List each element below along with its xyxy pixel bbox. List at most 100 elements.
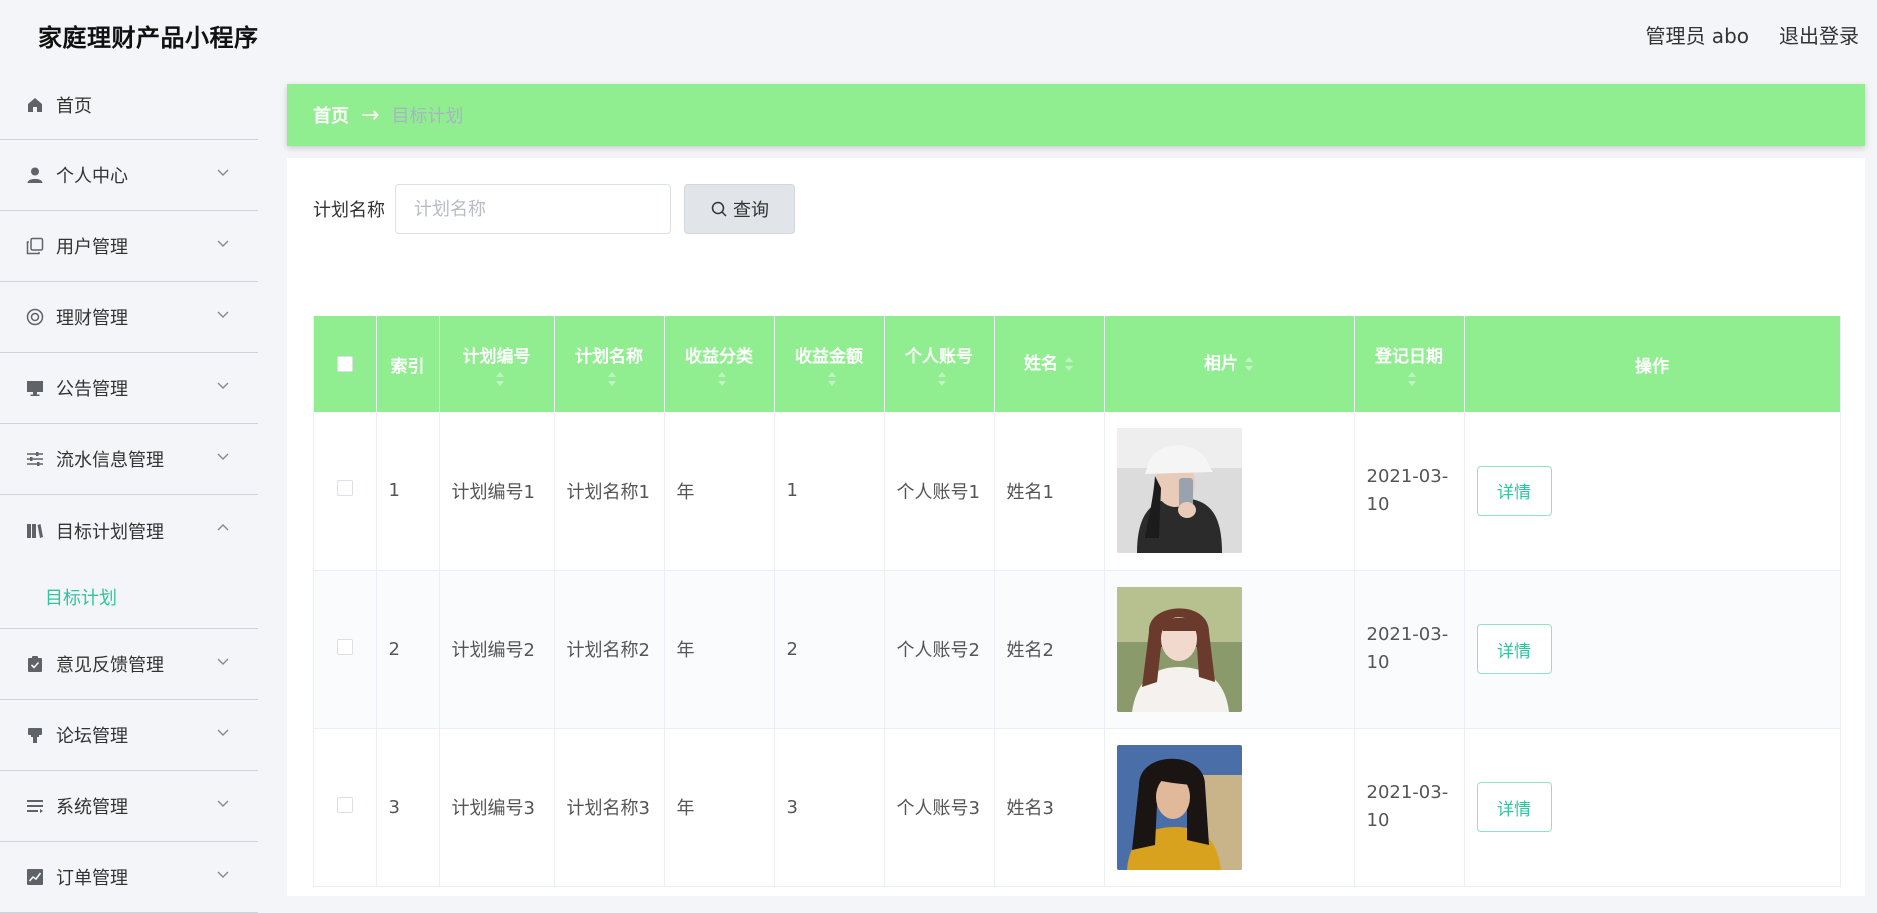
sidebar-item-transaction-management[interactable]: 流水信息管理 [0, 424, 258, 495]
column-header-plan-no[interactable]: 计划编号 [439, 316, 555, 412]
cell-photo [1104, 412, 1355, 571]
sidebar-item-announcement-management[interactable]: 公告管理 [0, 353, 258, 424]
sort-icon[interactable] [717, 372, 727, 386]
sidebar: 首页 个人中心 用户管理 理财管理 公告管理 流水信息管理 目标计划管理 目标计… [0, 70, 258, 913]
current-user-label: 管理员 abo [1645, 24, 1749, 48]
copy-icon [25, 236, 45, 256]
cell-plan-no: 计划编号1 [439, 412, 555, 571]
chevron-down-icon [217, 729, 229, 736]
search-button-label: 查询 [733, 200, 769, 221]
sidebar-item-label: 首页 [56, 95, 92, 117]
chevron-down-icon [217, 169, 229, 176]
cell-index: 1 [376, 412, 440, 571]
sort-icon[interactable] [1244, 357, 1254, 371]
cell-photo [1104, 728, 1355, 887]
plan-name-search-input[interactable] [395, 184, 671, 234]
photo-thumbnail[interactable] [1116, 744, 1242, 870]
column-header-label: 姓名 [1024, 354, 1058, 374]
sidebar-item-label: 系统管理 [56, 797, 128, 818]
sidebar-item-order-management[interactable]: 订单管理 [0, 842, 258, 913]
column-header-label: 计划编号 [462, 347, 531, 367]
cell-plan-name: 计划名称2 [554, 570, 665, 729]
sidebar-item-label: 公告管理 [56, 379, 128, 400]
column-header-label: 收益金额 [795, 347, 863, 367]
sidebar-item-forum-management[interactable]: 论坛管理 [0, 700, 258, 771]
sort-icon[interactable] [495, 372, 505, 386]
cell-name: 姓名1 [994, 412, 1105, 571]
photo-thumbnail[interactable] [1116, 428, 1242, 554]
column-header-label: 操作 [1635, 356, 1669, 377]
photo-thumbnail[interactable] [1116, 586, 1242, 712]
sidebar-item-goal-plan-management[interactable]: 目标计划管理 [0, 495, 258, 566]
cell-actions: 详情 [1464, 570, 1841, 729]
search-form: 计划名称 查询 [313, 184, 795, 234]
sidebar-item-label: 目标计划管理 [56, 521, 164, 543]
row-checkbox[interactable] [336, 638, 353, 655]
chevron-down-icon [217, 311, 229, 318]
table-row: 3 计划编号3 计划名称3 年 3 个人账号3 姓名3 2021-03-10 详… [314, 728, 1841, 887]
sidebar-item-label: 流水信息管理 [56, 450, 164, 471]
detail-button[interactable]: 详情 [1476, 624, 1552, 674]
column-header-photo[interactable]: 相片 [1104, 316, 1355, 412]
detail-button[interactable]: 详情 [1476, 782, 1552, 832]
select-all-checkbox[interactable] [336, 356, 353, 372]
column-header-plan-name[interactable]: 计划名称 [554, 316, 665, 412]
sidebar-subitem-goal-plan[interactable]: 目标计划 [45, 584, 117, 610]
logout-link[interactable]: 退出登录 [1779, 20, 1859, 49]
row-select-cell [314, 412, 377, 571]
sort-icon[interactable] [937, 372, 947, 386]
sort-icon[interactable] [607, 372, 617, 386]
cell-account: 个人账号3 [884, 728, 995, 887]
cell-amount: 3 [774, 728, 885, 887]
chevron-down-icon [217, 800, 229, 807]
cell-account: 个人账号2 [884, 570, 995, 729]
monitor-icon [25, 378, 45, 398]
column-header-category[interactable]: 收益分类 [664, 316, 775, 412]
sidebar-item-label: 意见反馈管理 [56, 655, 164, 676]
chevron-down-icon [217, 871, 229, 878]
chevron-down-icon [217, 240, 229, 247]
search-button[interactable]: 查询 [684, 184, 795, 234]
cell-actions: 详情 [1464, 412, 1841, 571]
sort-icon[interactable] [1064, 357, 1074, 371]
header-user-area: 管理员 abo 退出登录 [1645, 20, 1859, 49]
sidebar-item-feedback-management[interactable]: 意见反馈管理 [0, 629, 258, 700]
search-label: 计划名称 [313, 200, 385, 221]
detail-button[interactable]: 详情 [1476, 465, 1552, 516]
column-header-account[interactable]: 个人账号 [884, 316, 995, 412]
sidebar-item-personal-center[interactable]: 个人中心 [0, 140, 258, 211]
sidebar-item-label: 用户管理 [56, 237, 128, 258]
sidebar-item-label: 理财管理 [56, 308, 128, 329]
cell-plan-name: 计划名称3 [554, 728, 665, 887]
table-row: 1 计划编号1 计划名称1 年 1 个人账号1 姓名1 2021-03-10 详… [314, 412, 1841, 571]
sidebar-item-system-management[interactable]: 系统管理 [0, 771, 258, 842]
row-checkbox[interactable] [336, 480, 353, 497]
breadcrumb: 首页 → 目标计划 [287, 84, 1865, 146]
cell-actions: 详情 [1464, 728, 1841, 887]
sidebar-item-finance-management[interactable]: 理财管理 [0, 282, 258, 353]
breadcrumb-home-link[interactable]: 首页 [313, 102, 349, 128]
select-all-header [314, 316, 377, 412]
sort-icon[interactable] [827, 372, 837, 386]
column-header-amount[interactable]: 收益金额 [774, 316, 885, 412]
sidebar-item-user-management[interactable]: 用户管理 [0, 211, 258, 282]
top-bar: 家庭理财产品小程序 管理员 abo 退出登录 [0, 0, 1877, 68]
chevron-down-icon [217, 382, 229, 389]
breadcrumb-arrow-icon: → [361, 102, 380, 128]
breadcrumb-current: 目标计划 [391, 106, 464, 127]
goal-plan-table: 索引 计划编号 计划名称 收益分类 收益金额 个人账号 姓名 相片 登记日期 操… [313, 316, 1841, 887]
user-icon [25, 165, 45, 185]
cell-photo [1104, 570, 1355, 729]
sidebar-item-home[interactable]: 首页 [0, 70, 258, 140]
column-header-date[interactable]: 登记日期 [1354, 316, 1465, 412]
cell-name: 姓名2 [994, 570, 1105, 729]
row-select-cell [314, 728, 377, 887]
cell-amount: 1 [774, 412, 885, 571]
column-header-label: 个人账号 [905, 347, 973, 367]
brush-icon [25, 725, 45, 745]
row-checkbox[interactable] [336, 796, 353, 813]
column-header-name[interactable]: 姓名 [994, 316, 1105, 412]
cell-plan-no: 计划编号3 [439, 728, 555, 887]
column-header-index: 索引 [376, 316, 440, 412]
sort-icon[interactable] [1407, 372, 1417, 386]
